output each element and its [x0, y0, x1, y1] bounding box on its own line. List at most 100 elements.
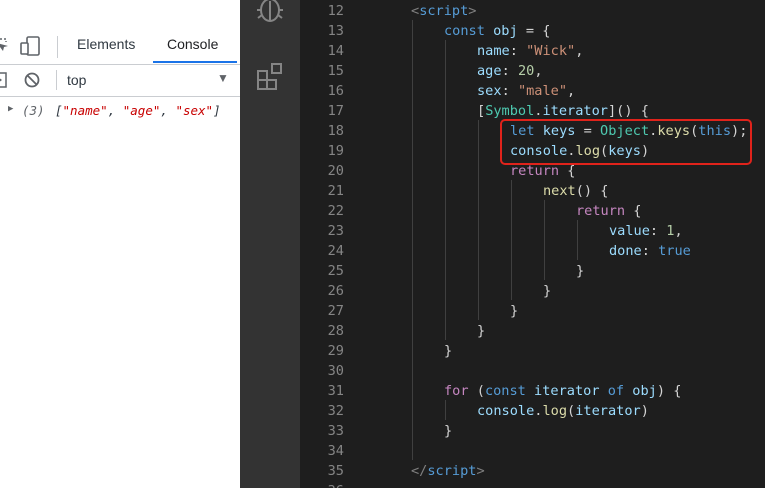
- punctuation: ,: [575, 43, 584, 59]
- code-line[interactable]: 30: [300, 361, 765, 381]
- line-number: 18: [327, 123, 344, 139]
- line-number: 33: [327, 423, 344, 439]
- code-text: age: 20,: [477, 61, 543, 81]
- devtools-tab-bar: Elements Console: [0, 28, 240, 65]
- punctuation: (: [567, 403, 576, 419]
- code-line[interactable]: 32 console.log(iterator): [300, 401, 765, 421]
- console-sidebar-icon[interactable]: [0, 72, 8, 88]
- line-number: 29: [327, 343, 344, 359]
- identifier: iterator: [575, 403, 641, 419]
- array-separator: ,: [107, 103, 123, 118]
- code-line[interactable]: 16 sex: "male",: [300, 81, 765, 101]
- array-open-bracket: [: [55, 103, 63, 118]
- punctuation: [: [477, 103, 486, 119]
- code-text: }: [444, 423, 453, 439]
- tag-bracket: </: [411, 463, 428, 479]
- expand-arrow-icon[interactable]: ▶: [8, 104, 13, 114]
- punctuation: :: [501, 63, 518, 79]
- line-number: 35: [327, 463, 344, 479]
- punctuation: = {: [517, 23, 551, 39]
- property: name: [477, 43, 510, 59]
- line-number: 13: [327, 23, 344, 39]
- code-line[interactable]: 35 </script>: [300, 461, 765, 481]
- line-number: 27: [327, 303, 344, 319]
- keyword: of: [599, 383, 625, 399]
- line-number: 32: [327, 403, 344, 419]
- identifier: iterator: [525, 383, 600, 399]
- code-text: value: 1,: [609, 221, 683, 241]
- line-number: 19: [327, 143, 344, 159]
- identifier: obj: [624, 383, 657, 399]
- extensions-icon[interactable]: [256, 62, 286, 92]
- code-line[interactable]: 29}: [300, 341, 765, 361]
- punctuation: {: [559, 163, 576, 179]
- line-number: 16: [327, 83, 344, 99]
- line-number: 26: [327, 283, 344, 299]
- property: sex: [477, 83, 502, 99]
- code-line[interactable]: 23 value: 1,: [300, 221, 765, 241]
- keyword: const: [484, 383, 526, 399]
- code-line[interactable]: 27}: [300, 301, 765, 321]
- tab-console[interactable]: Console: [167, 36, 218, 52]
- code-line[interactable]: 36: [300, 481, 765, 488]
- code-text: for (const iterator of obj) {: [444, 381, 681, 401]
- punctuation: () {: [575, 183, 609, 199]
- code-line[interactable]: 31 for (const iterator of obj) {: [300, 381, 765, 401]
- code-line[interactable]: 28}: [300, 321, 765, 341]
- line-number: 21: [327, 183, 344, 199]
- line-number: 14: [327, 43, 344, 59]
- device-toolbar-icon[interactable]: [20, 36, 42, 56]
- function-name: next: [543, 183, 576, 199]
- code-line[interactable]: 15 age: 20,: [300, 61, 765, 81]
- punctuation: ) {: [656, 383, 682, 399]
- active-tab-indicator: [153, 61, 237, 63]
- code-line[interactable]: 25}: [300, 261, 765, 281]
- code-text: done: true: [609, 241, 691, 261]
- array-length: (3): [22, 103, 45, 118]
- tab-elements[interactable]: Elements: [77, 36, 135, 52]
- code-line[interactable]: 26}: [300, 281, 765, 301]
- code-line[interactable]: 24 done: true: [300, 241, 765, 261]
- line-number: 23: [327, 223, 344, 239]
- punctuation: ,: [534, 63, 543, 79]
- code-line[interactable]: 17 [Symbol.iterator]() {: [300, 101, 765, 121]
- code-editor[interactable]: 12 <script> 13 const obj = { 14 name: "Wick…: [300, 0, 765, 488]
- line-number: 22: [327, 203, 344, 219]
- code-text: const obj = {: [444, 21, 550, 41]
- punctuation: :: [501, 83, 518, 99]
- line-number: 15: [327, 63, 344, 79]
- code-line[interactable]: 13 const obj = {: [300, 21, 765, 41]
- tag-bracket: <: [411, 3, 420, 19]
- code-line[interactable]: 34: [300, 441, 765, 461]
- array-item: "name": [62, 103, 108, 118]
- dropdown-arrow-icon[interactable]: ▼: [217, 71, 229, 85]
- class-name: Symbol: [485, 103, 535, 119]
- clear-console-icon[interactable]: [24, 72, 40, 88]
- punctuation: :: [649, 223, 667, 239]
- code-line[interactable]: 33}: [300, 421, 765, 441]
- inspect-icon[interactable]: [0, 38, 10, 54]
- punctuation: :: [509, 43, 527, 59]
- keyword: return: [576, 203, 626, 219]
- line-number: 30: [327, 363, 344, 379]
- console-log-entry[interactable]: ▶ (3) ["name", "age", "sex"]: [0, 102, 240, 122]
- code-line[interactable]: 14 name: "Wick",: [300, 41, 765, 61]
- tag-bracket: >: [468, 3, 477, 19]
- code-text: }: [510, 303, 519, 319]
- code-text: }: [576, 263, 585, 279]
- function-name: log: [542, 403, 568, 419]
- code-line[interactable]: 12 <script>: [300, 1, 765, 21]
- code-text: }: [477, 323, 486, 339]
- line-number: 20: [327, 163, 344, 179]
- array-item: "sex": [175, 103, 214, 118]
- array-preview: ["name", "age", "sex"]: [55, 103, 221, 118]
- punctuation: {: [625, 203, 642, 219]
- context-selector[interactable]: top: [67, 72, 86, 88]
- punctuation: ]() {: [607, 103, 649, 119]
- code-line[interactable]: 21 next() {: [300, 181, 765, 201]
- line-number: 31: [327, 383, 344, 399]
- array-separator: ,: [160, 103, 176, 118]
- code-line[interactable]: 22 return {: [300, 201, 765, 221]
- debug-icon[interactable]: [254, 0, 286, 26]
- punctuation: ,: [567, 83, 576, 99]
